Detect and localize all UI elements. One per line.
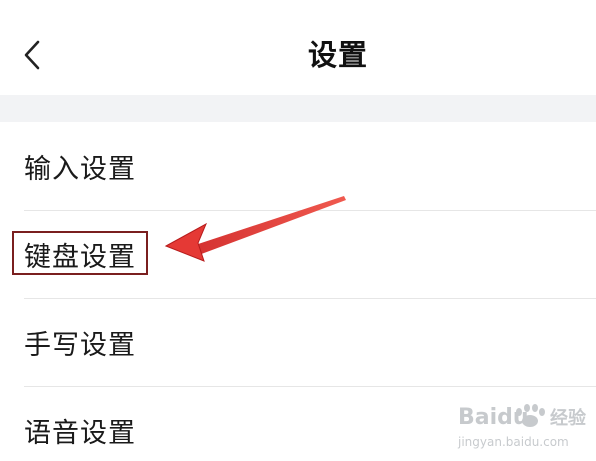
settings-item-handwriting[interactable]: 手写设置 bbox=[0, 298, 596, 386]
settings-item-keyboard[interactable]: 键盘设置 bbox=[0, 210, 596, 298]
settings-item-label: 手写设置 bbox=[24, 329, 136, 361]
settings-item-voice[interactable]: 语音设置 bbox=[0, 386, 596, 461]
nav-bar: 设置 bbox=[0, 0, 596, 95]
settings-screen: 设置 输入设置 键盘设置 手写设置 语音设置 Baidu 经验 jingyan.… bbox=[0, 0, 596, 461]
settings-item-label: 键盘设置 bbox=[24, 241, 136, 273]
settings-item-label: 输入设置 bbox=[24, 153, 136, 185]
settings-list: 输入设置 键盘设置 手写设置 语音设置 bbox=[0, 122, 596, 461]
page-title: 设置 bbox=[307, 38, 368, 72]
settings-item-label: 语音设置 bbox=[24, 417, 136, 449]
section-divider bbox=[0, 95, 596, 122]
settings-item-input[interactable]: 输入设置 bbox=[0, 122, 596, 210]
